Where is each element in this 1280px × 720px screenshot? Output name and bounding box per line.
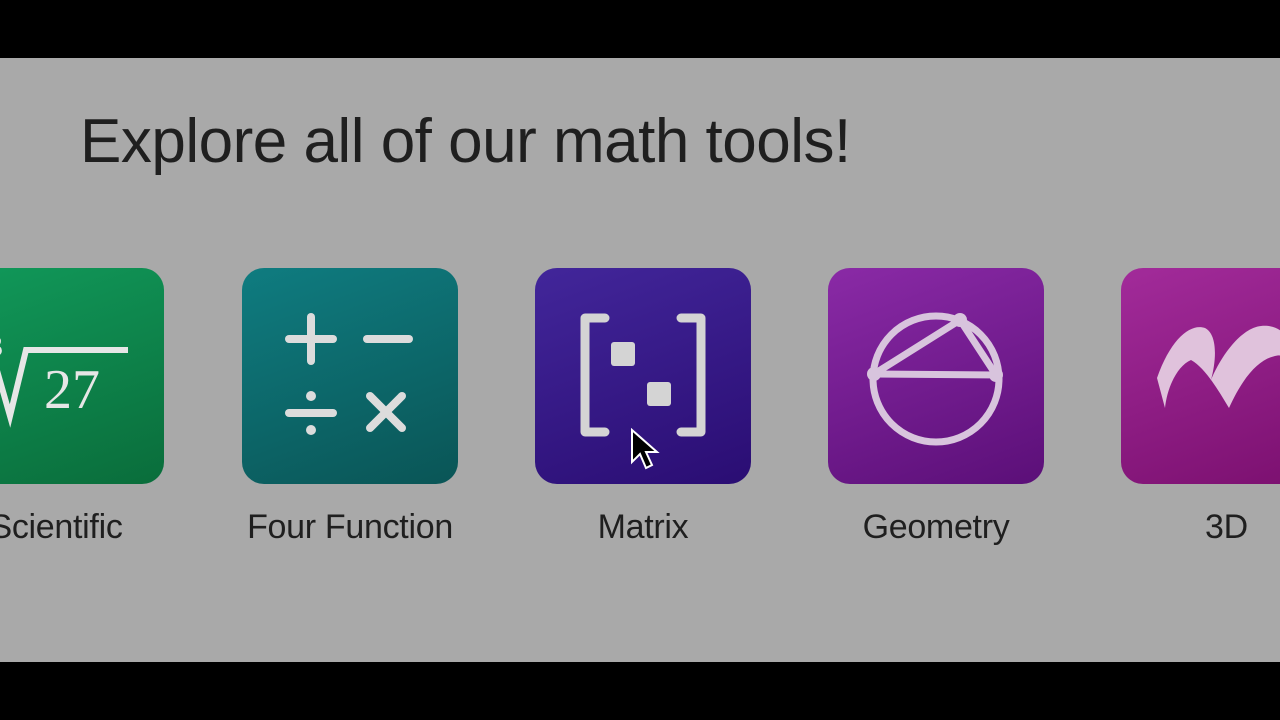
tool-geometry[interactable]: Geometry <box>828 268 1044 547</box>
four-function-tile[interactable] <box>242 268 458 484</box>
circle-triangle-icon <box>867 312 1003 446</box>
radicand: 27 <box>44 359 100 421</box>
cube-root-27-icon: 3 27 <box>0 330 128 428</box>
tool-label-geometry: Geometry <box>862 508 1010 546</box>
tools-panel: Explore all of our math tools! 3 27 Scie… <box>0 58 1280 662</box>
tool-label-matrix: Matrix <box>597 508 689 546</box>
tool-four-function[interactable]: Four Function <box>242 268 458 547</box>
arithmetic-operators-icon <box>285 313 413 435</box>
tool-matrix[interactable]: Matrix <box>535 268 751 547</box>
tool-3d[interactable]: 3D <box>1121 268 1280 547</box>
3d-tile[interactable] <box>1121 268 1280 484</box>
tool-scientific[interactable]: 3 27 Scientific <box>0 268 164 547</box>
geometry-tile[interactable] <box>828 268 1044 484</box>
tool-label-3d: 3D <box>1205 508 1248 546</box>
tool-label-four-function: Four Function <box>247 508 453 546</box>
tool-label-scientific: Scientific <box>0 508 123 546</box>
3d-surface-icon <box>1157 325 1280 408</box>
page-title: Explore all of our math tools! <box>80 107 851 176</box>
root-index: 3 <box>0 330 3 363</box>
mouse-pointer-icon <box>631 428 660 470</box>
scientific-tile[interactable]: 3 27 <box>0 268 164 484</box>
